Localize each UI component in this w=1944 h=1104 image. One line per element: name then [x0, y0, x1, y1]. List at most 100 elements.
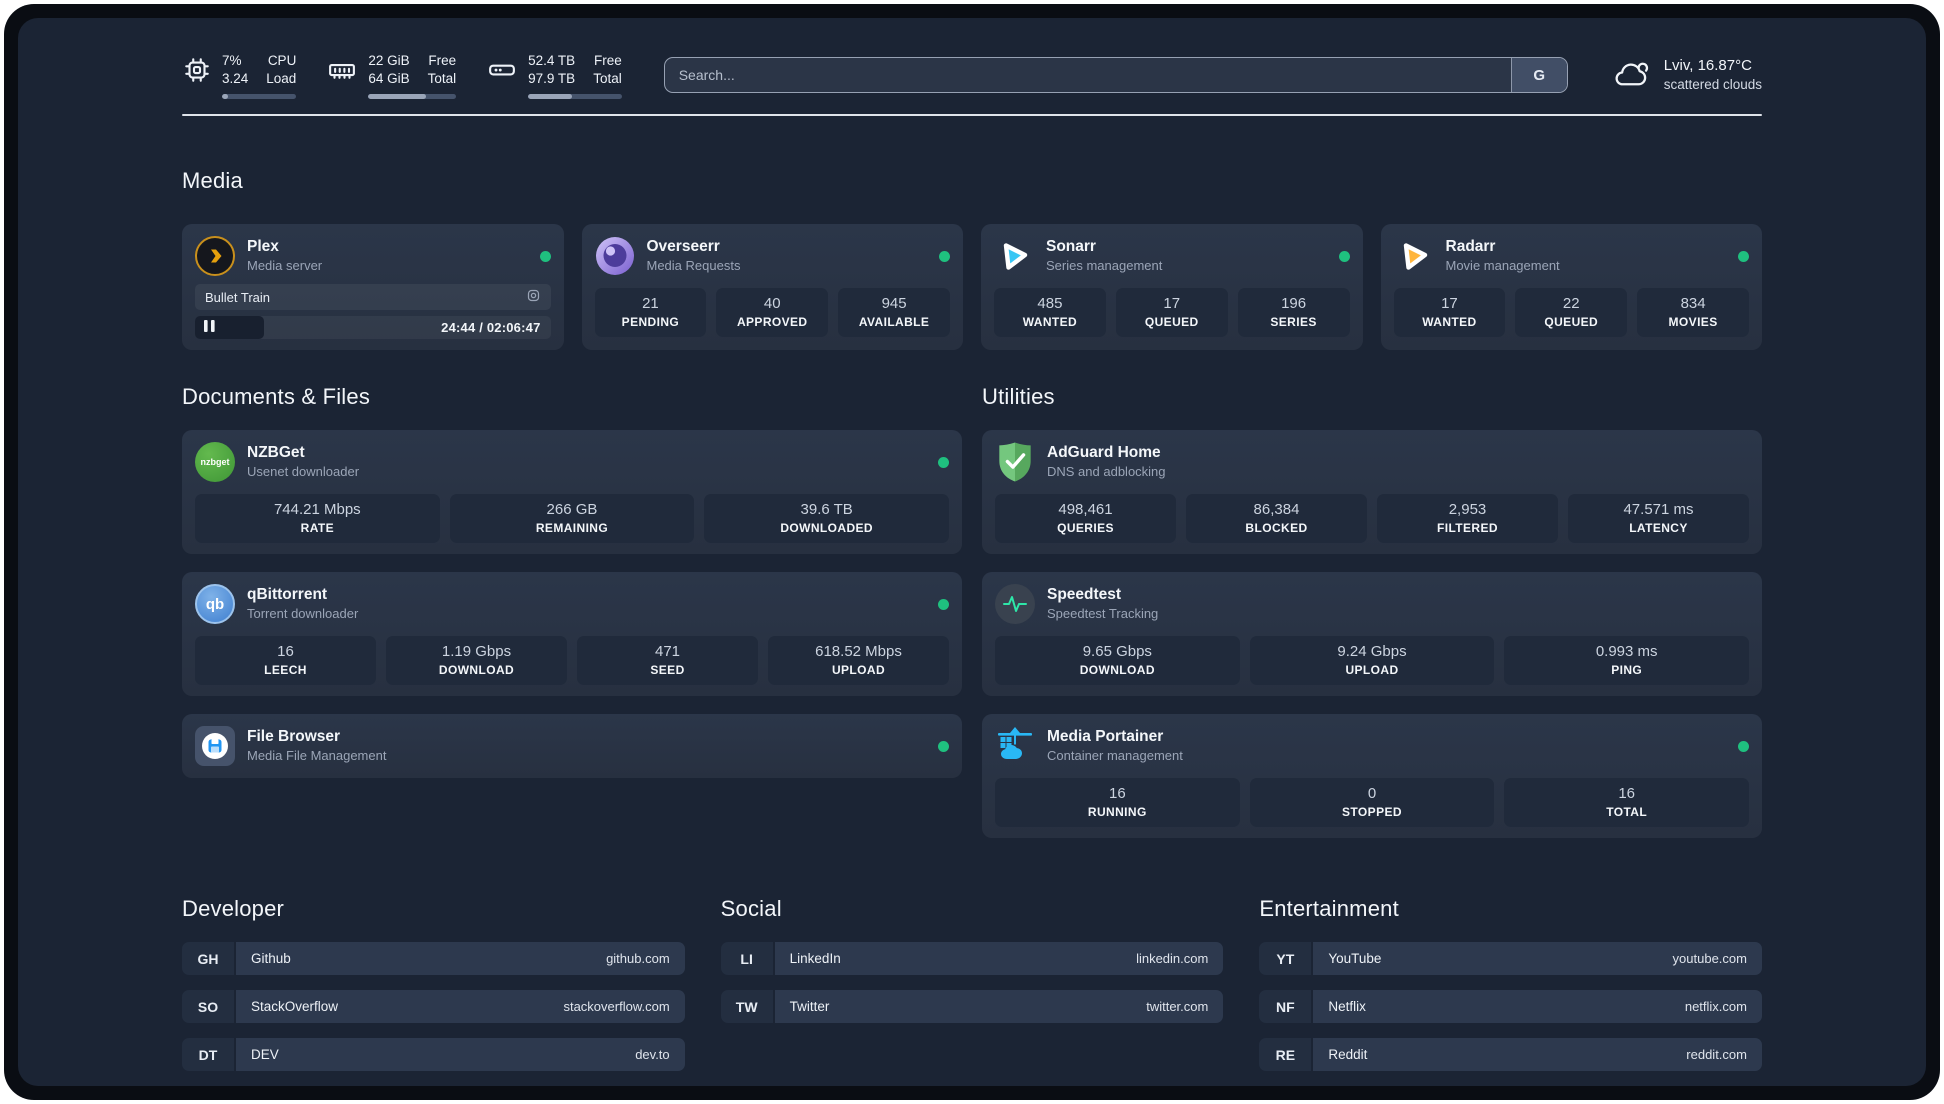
- card-portainer[interactable]: Media Portainer Container management 16 …: [982, 714, 1762, 838]
- window-frame: 7% 3.24 CPU Load 22 GiB 64 GiB Free Tota…: [4, 4, 1940, 1100]
- radarr-icon: [1394, 236, 1434, 276]
- card-filebrowser[interactable]: File Browser Media File Management: [182, 714, 962, 778]
- card-speedtest[interactable]: Speedtest Speedtest Tracking 9.65 Gbps D…: [982, 572, 1762, 696]
- stat-label: DOWNLOAD: [1079, 663, 1155, 677]
- memory-free-label: Free: [428, 52, 457, 68]
- bookmark-reddit[interactable]: RE Reddit reddit.com: [1259, 1038, 1762, 1071]
- card-adguard[interactable]: AdGuard Home DNS and adblocking 498,461 …: [982, 430, 1762, 554]
- stat-tile: 17 QUEUED: [1115, 288, 1228, 337]
- card-qbittorrent[interactable]: qb qBittorrent Torrent downloader 16 LEE…: [182, 572, 962, 696]
- stat-label: PING: [1611, 663, 1643, 677]
- stat-label: FILTERED: [1437, 521, 1498, 535]
- stat-label: LATENCY: [1629, 521, 1688, 535]
- bookmark-url: reddit.com: [1686, 1047, 1747, 1062]
- search-bar[interactable]: G: [663, 57, 1568, 93]
- bookmark-stackoverflow[interactable]: SO StackOverflow stackoverflow.com: [182, 990, 685, 1023]
- bookmark-url: netflix.com: [1684, 999, 1747, 1014]
- bookmark-abbr: RE: [1259, 1038, 1312, 1071]
- stat-tile: 17 WANTED: [1393, 288, 1506, 337]
- stat-label: SERIES: [1270, 315, 1317, 329]
- stat-value: 1.19 Gbps: [441, 643, 512, 660]
- stat-value: 40: [763, 295, 781, 312]
- app-subtitle: DNS and adblocking: [1047, 464, 1166, 479]
- stat-tile: 47.571 ms LATENCY: [1568, 494, 1749, 543]
- search-input[interactable]: [664, 58, 1511, 92]
- memory-values: 22 GiB 64 GiB: [368, 52, 409, 88]
- stat-label: LEECH: [264, 663, 307, 677]
- memory-free-value: 22 GiB: [368, 52, 410, 68]
- app-name: AdGuard Home: [1047, 444, 1161, 461]
- bookmark-name: Reddit: [1328, 1047, 1368, 1062]
- bookmark-github[interactable]: GH Github github.com: [182, 942, 685, 975]
- card-nzbget[interactable]: nzbget NZBGet Usenet downloader 744.21 M…: [182, 430, 962, 554]
- stat-tile: 39.6 TB DOWNLOADED: [704, 494, 949, 543]
- pause-icon: [204, 319, 215, 337]
- stat-value: 39.6 TB: [800, 501, 853, 518]
- stat-value: 9.24 Gbps: [1337, 643, 1407, 660]
- bookmark-youtube[interactable]: YT YouTube youtube.com: [1259, 942, 1762, 975]
- cloud-icon: [1610, 57, 1652, 94]
- stat-tile: 0.993 ms PING: [1504, 636, 1749, 685]
- bookmark-url: stackoverflow.com: [563, 999, 670, 1014]
- section-title-social: Social: [720, 896, 782, 921]
- stat-value: 16: [1618, 785, 1635, 802]
- card-radarr[interactable]: Radarr Movie management 17 WANTED 22 QUE…: [1380, 224, 1762, 350]
- stat-label: UPLOAD: [831, 663, 886, 677]
- playback-progress-bar: 24:44 / 02:06:47: [195, 316, 551, 339]
- stat-tile: 16 RUNNING: [995, 778, 1240, 827]
- bookmarks-area: Developer GH Github github.com SO StackO…: [182, 896, 1762, 1086]
- weather-location: Lviv, 16.87°C: [1663, 57, 1752, 74]
- stat-value: 17: [1163, 295, 1181, 312]
- app-subtitle: Container management: [1047, 748, 1183, 763]
- app-subtitle: Series management: [1046, 258, 1163, 273]
- stat-value: 47.571 ms: [1623, 501, 1694, 518]
- bookmark-url: github.com: [606, 951, 670, 966]
- cpu-stat: 7% 3.24 CPU Load: [182, 52, 297, 99]
- app-name: qBittorrent: [247, 586, 328, 603]
- section-title-documents: Documents & Files: [182, 384, 371, 409]
- status-dot: [938, 740, 949, 752]
- documents-column: Documents & Files nzbget NZBGet Usenet d…: [182, 384, 962, 778]
- bookmark-twitter[interactable]: TW Twitter twitter.com: [720, 990, 1224, 1023]
- sonarr-icon: [994, 236, 1034, 276]
- search-engine-button[interactable]: G: [1510, 58, 1567, 92]
- stat-tile: 22 QUEUED: [1515, 288, 1628, 337]
- bookmark-netflix[interactable]: NF Netflix netflix.com: [1259, 990, 1762, 1023]
- app-name: File Browser: [247, 728, 341, 745]
- utilities-column: Utilities AdGuard Home DNS and adblockin…: [982, 384, 1762, 838]
- bookmark-abbr: GH: [182, 942, 234, 975]
- stat-value: 945: [881, 295, 907, 312]
- stat-label: STOPPED: [1342, 805, 1402, 819]
- stat-label: SEED: [650, 663, 685, 677]
- stat-label: UPLOAD: [1345, 663, 1399, 677]
- bookmark-dev[interactable]: DT DEV dev.to: [182, 1038, 685, 1071]
- card-overseerr[interactable]: Overseerr Media Requests 21 PENDING 40 A…: [581, 224, 963, 350]
- stat-value: 618.52 Mbps: [815, 643, 902, 660]
- stat-label: WANTED: [1422, 315, 1477, 329]
- section-title-developer: Developer: [182, 896, 285, 921]
- stat-tile: 21 PENDING: [594, 288, 707, 337]
- card-plex[interactable]: Plex Media server Bullet Train 24:44 / 0…: [182, 224, 564, 350]
- cpu-progress-bar: [222, 93, 297, 99]
- portainer-icon: [995, 726, 1035, 766]
- stat-value: 196: [1281, 295, 1307, 312]
- section-title-media: Media: [182, 168, 243, 193]
- memory-stat: 22 GiB 64 GiB Free Total: [326, 52, 457, 99]
- stat-label: BLOCKED: [1245, 521, 1308, 535]
- stat-label: REMAINING: [535, 521, 609, 535]
- disk-total-value: 97.9 TB: [528, 70, 576, 86]
- app-subtitle: Media Requests: [646, 258, 741, 273]
- card-sonarr[interactable]: Sonarr Series management 485 WANTED 17 Q…: [981, 224, 1363, 350]
- stat-value: 266 GB: [546, 501, 598, 518]
- stat-label: QUERIES: [1057, 521, 1114, 535]
- bookmark-linkedin[interactable]: LI LinkedIn linkedin.com: [720, 942, 1224, 975]
- nzbget-icon: nzbget: [195, 442, 235, 482]
- app-name: Plex: [247, 238, 279, 255]
- app-subtitle: Usenet downloader: [247, 464, 360, 479]
- filebrowser-icon: [195, 726, 235, 766]
- stat-value: 471: [654, 643, 681, 660]
- status-dot: [1738, 250, 1749, 262]
- disk-progress-bar: [528, 93, 622, 99]
- bookmark-url: dev.to: [635, 1047, 670, 1062]
- stat-tile: 834 MOVIES: [1637, 288, 1749, 337]
